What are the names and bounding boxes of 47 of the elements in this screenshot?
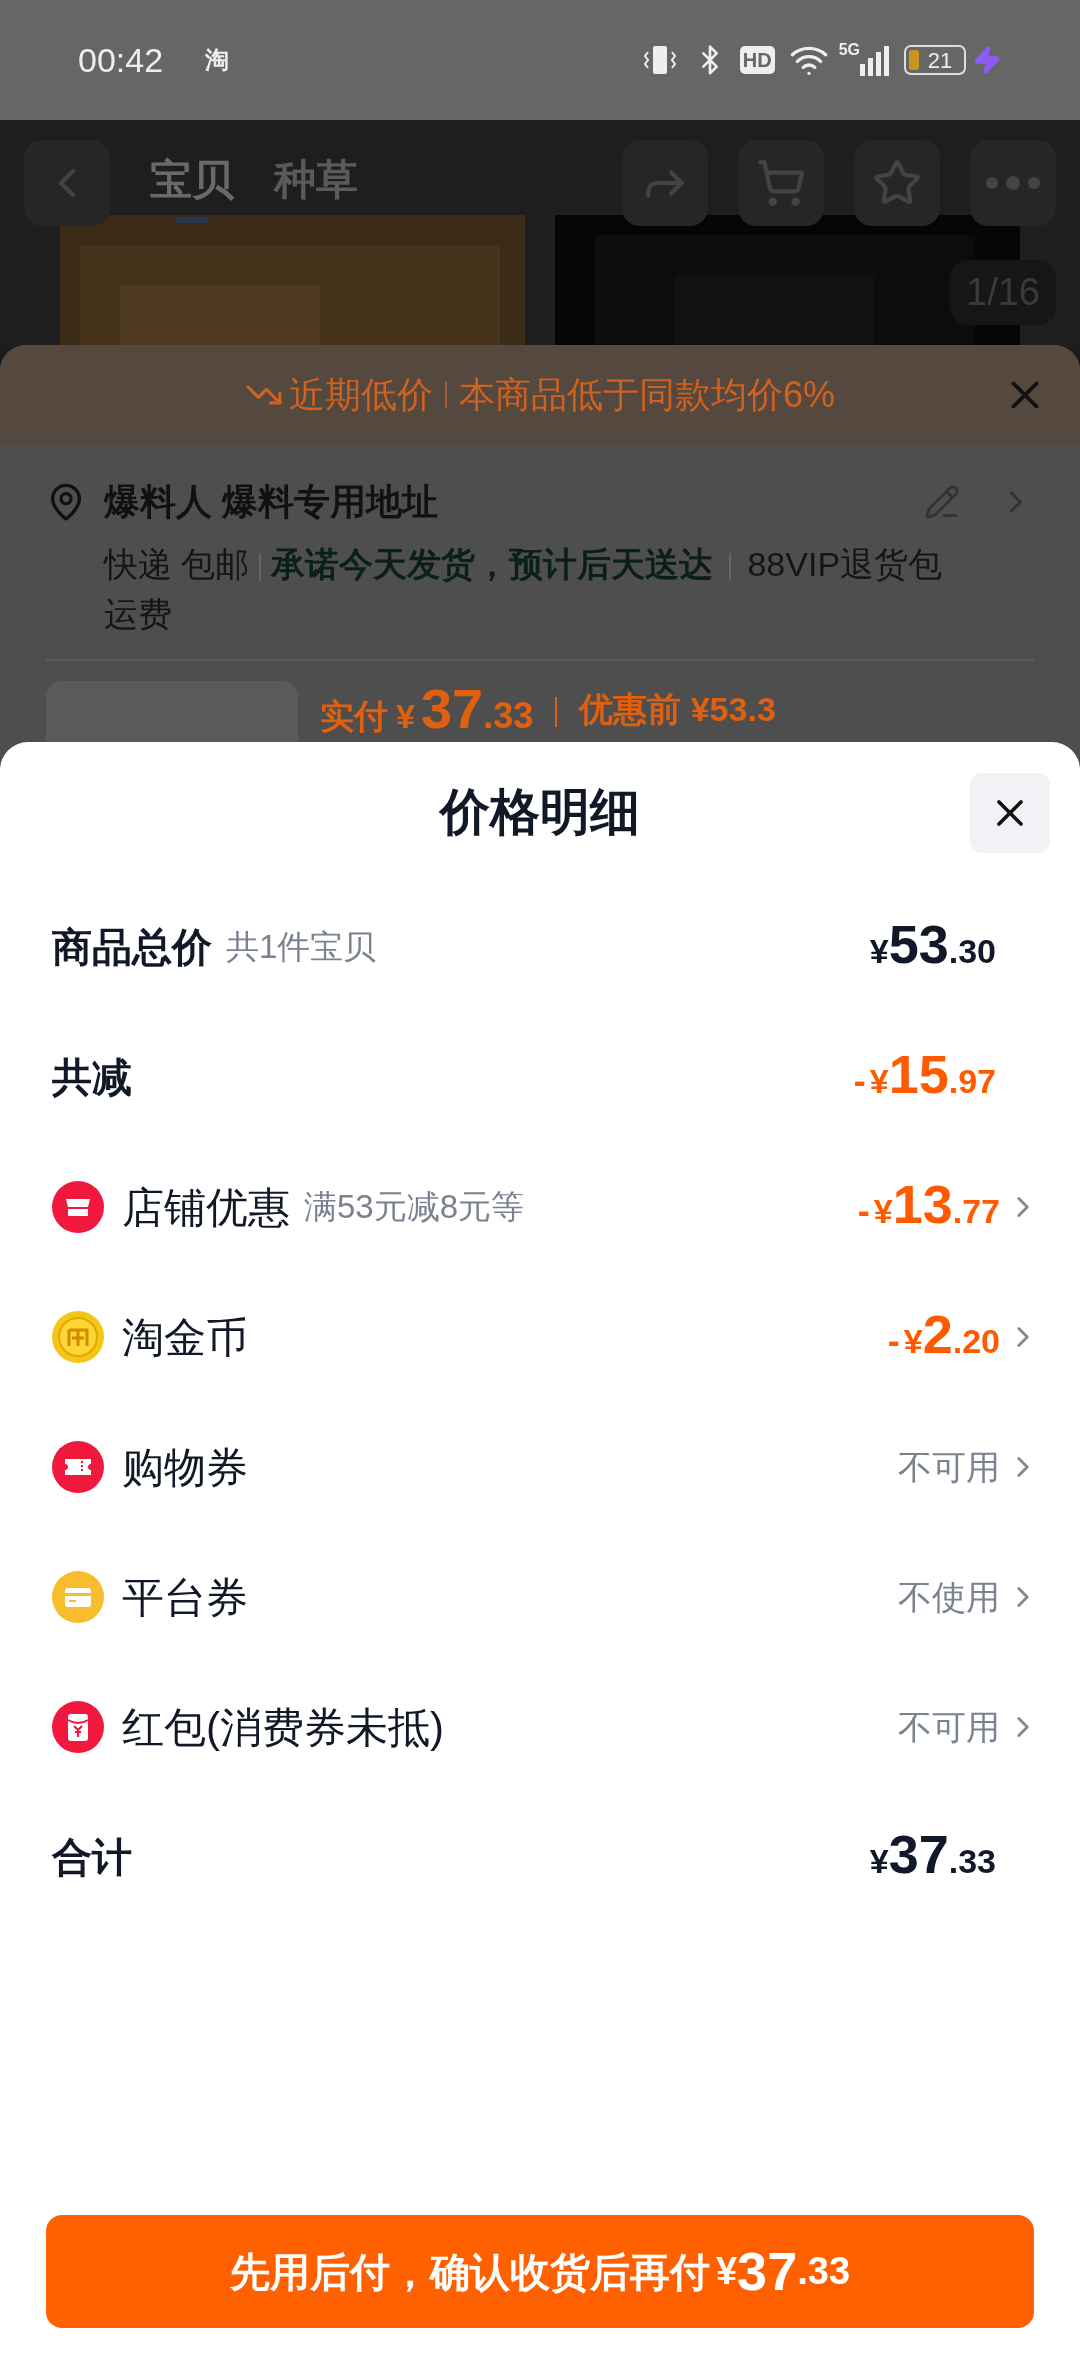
- original-price: 优惠前 ¥53.3: [579, 689, 776, 730]
- row-label: 店铺优惠: [122, 1182, 290, 1233]
- envelope-icon: [52, 1701, 104, 1753]
- row-note: 满53元减8元等: [304, 1187, 525, 1228]
- network-text: 5G: [838, 40, 860, 60]
- app-label: 淘: [205, 45, 230, 75]
- row-label: 平台券: [122, 1572, 248, 1623]
- close-button[interactable]: [970, 773, 1050, 853]
- price-amount: ¥53.30: [869, 917, 996, 976]
- pay-later-button[interactable]: 先用后付，确认收货后再付¥37.33: [46, 2215, 1034, 2328]
- charging-icon: [972, 45, 1002, 75]
- back-button[interactable]: [24, 140, 110, 226]
- coin-icon: [52, 1311, 104, 1363]
- more-button[interactable]: [970, 140, 1056, 226]
- card-icon: [52, 1571, 104, 1623]
- edit-icon[interactable]: [924, 484, 960, 520]
- price-amount: -¥13.77: [857, 1176, 1000, 1236]
- row-note: 共1件宝贝: [226, 927, 377, 968]
- favorite-button[interactable]: [854, 140, 940, 226]
- sheet-title: 价格明细: [440, 782, 640, 842]
- battery-indicator: 21: [904, 45, 966, 75]
- row-label: 共减: [52, 1054, 132, 1101]
- paid-price: 实付 ¥37.33: [320, 681, 534, 742]
- store-icon: [52, 1181, 104, 1233]
- row-label: 合计: [52, 1834, 132, 1881]
- price-amount: -¥2.20: [887, 1306, 1000, 1366]
- row-label: 购物券: [122, 1442, 248, 1493]
- banner-text: 本商品低于同款均价6%: [459, 373, 835, 417]
- banner-tag: 近期低价: [289, 368, 433, 422]
- row-label: 商品总价: [52, 924, 212, 971]
- address-name: 爆料人 爆料专用地址: [104, 480, 438, 524]
- status-text: 不使用: [898, 1576, 1000, 1618]
- price-amount: -¥15.97: [853, 1046, 996, 1106]
- price-amount: ¥37.33: [869, 1827, 996, 1886]
- page-tab[interactable]: 种草: [274, 147, 358, 219]
- row-label: 红包(消费券未抵): [122, 1702, 444, 1753]
- ticket-icon: [52, 1441, 104, 1493]
- delivery-info: 快递 包邮 承诺今天发货，预计后天送达 88VIP退货包运费: [104, 544, 944, 635]
- status-text: 不可用: [898, 1706, 1000, 1748]
- row-label: 淘金币: [122, 1312, 248, 1363]
- share-button[interactable]: [622, 140, 708, 226]
- cart-button[interactable]: [738, 140, 824, 226]
- cart-icon: [756, 158, 806, 208]
- signal-icon: [860, 44, 890, 76]
- clock-text: 00:42: [78, 39, 164, 81]
- status-text: 不可用: [898, 1446, 1000, 1488]
- hd-badge: HD: [739, 46, 775, 74]
